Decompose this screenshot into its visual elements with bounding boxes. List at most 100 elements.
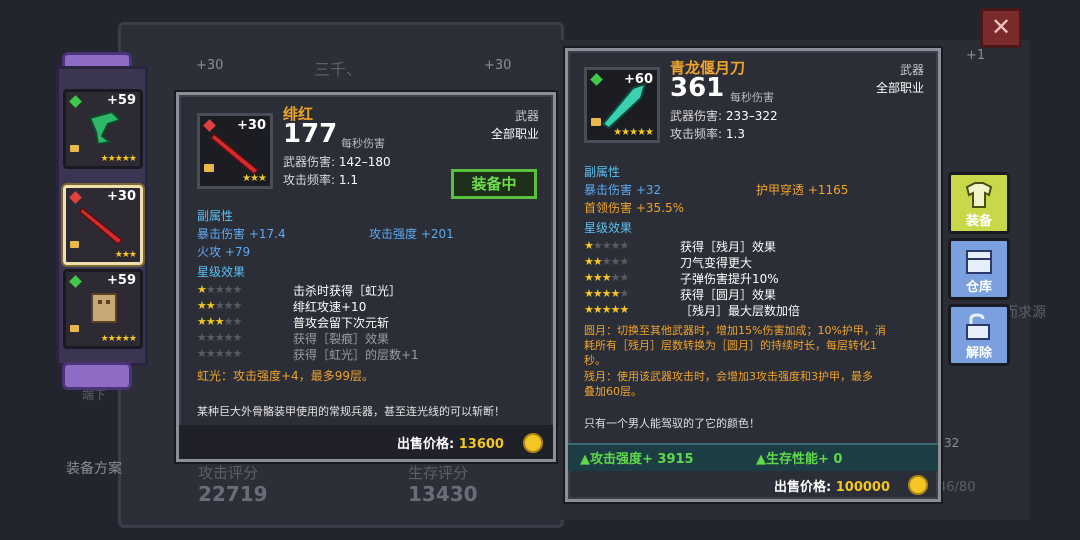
tab-storage[interactable]: 仓库 xyxy=(948,238,1010,300)
tab-storage-label: 仓库 xyxy=(965,280,992,295)
compare-item-panel: +60 ★★★★★ 青龙偃月刀 361 每秒伤害 武器伤害: 233–322 攻… xyxy=(565,48,941,502)
survive-score-label: 生存评分 xyxy=(408,464,469,482)
dps-label: 每秒伤害 xyxy=(341,137,385,150)
lock-icon xyxy=(70,325,79,332)
star-icon: ★ xyxy=(592,255,603,268)
right-count: 32 xyxy=(944,436,960,450)
icon-stars: ★★★★★ xyxy=(613,127,654,138)
star-icon: ★ xyxy=(592,239,603,252)
damage-row: 武器伤害: 142–180 xyxy=(283,153,391,170)
attack-score-value: 22719 xyxy=(198,482,268,506)
star-icon: ★ xyxy=(619,239,630,252)
attack-score-label: 攻击评分 xyxy=(198,464,259,482)
star-icon: ★ xyxy=(214,331,225,344)
survive-score-value: 13430 xyxy=(408,482,478,506)
slot-armor[interactable]: +59 ★★★★★ xyxy=(63,269,143,349)
star-icon: ★ xyxy=(601,303,612,316)
slot-count: 46/80 xyxy=(938,480,976,495)
coin-icon xyxy=(908,475,928,495)
slot-weapon-1[interactable]: +59 ★★★★★ xyxy=(63,89,143,169)
star-icon: ★ xyxy=(584,303,594,316)
gem-icon xyxy=(69,275,82,288)
star-icon: ★ xyxy=(592,287,603,300)
sell-price-label: 出售价格: xyxy=(774,480,832,495)
slot-level: +59 xyxy=(107,273,136,288)
star-icon: ★ xyxy=(205,283,216,296)
star-icon: ★ xyxy=(205,347,216,360)
green-dragon-blade-icon xyxy=(601,82,647,130)
damage-value: 142–180 xyxy=(338,155,391,169)
sub-attr-2: 护甲穿透 +1165 xyxy=(756,183,849,197)
star-rating: ★★★★★ xyxy=(197,315,243,328)
star-icon: ★ xyxy=(601,271,612,284)
side-text: 而求源 xyxy=(1004,305,1046,321)
star-effect-text: 刀气变得更大 xyxy=(680,256,753,270)
sub-attr-2: 攻击强度 +201 xyxy=(369,227,454,241)
equipped-item-panel: +30 ★★★ 绯红 177 每秒伤害 武器伤害: 142–180 攻击频率: … xyxy=(176,92,556,462)
item-note: 虹光：攻击强度+4，最多99层。 xyxy=(197,369,374,383)
slot-weapon-2-selected[interactable]: +30 ★★★ xyxy=(63,185,143,265)
star-rating: ★★★★★ xyxy=(584,239,630,252)
note-yuanyue-line2: 耗所有［残月］层数转换为［圆月］的持续时长，每层转化1 xyxy=(584,339,877,352)
rate-value: 1.1 xyxy=(338,173,358,187)
rate-value: 1.3 xyxy=(725,127,745,141)
equipped-item-icon: +30 ★★★ xyxy=(197,113,273,189)
star-icon: ★ xyxy=(601,255,612,268)
compare-attack: ▲攻击强度+ 3915 xyxy=(580,452,694,467)
sub-attr-title: 副属性 xyxy=(584,165,621,179)
tab-unequip[interactable]: 解除 xyxy=(948,304,1010,366)
note-yuanyue: 圆月：切换至其他武器时，增加15%伤害加成；10%护甲，消 耗所有［残月］层数转… xyxy=(584,323,886,368)
star-effect-text: 击杀时获得［虹光］ xyxy=(293,284,402,298)
bg-plus-right: +30 xyxy=(484,58,512,73)
star-effect-text: 普攻会留下次元斩 xyxy=(293,316,390,330)
star-icon: ★ xyxy=(610,287,621,300)
star-icon: ★ xyxy=(584,271,594,284)
item-category: 武器 xyxy=(899,63,924,77)
plan-button[interactable]: 装备方案 xyxy=(66,458,122,478)
sub-attr-3: 首领伤害 +35.5% xyxy=(584,201,684,215)
note-yuanyue-line3: 秒。 xyxy=(584,354,606,367)
star-icon: ★ xyxy=(584,287,594,300)
slot-stars: ★★★★★ xyxy=(100,334,137,344)
lock-icon xyxy=(70,145,79,152)
star-rating: ★★★★★ xyxy=(197,299,242,312)
scroll-down-button[interactable] xyxy=(62,362,132,390)
sell-price-value: 13600 xyxy=(458,437,504,452)
star-icon: ★ xyxy=(619,255,630,268)
item-dps: 177 xyxy=(283,119,338,149)
rate-row: 攻击频率: 1.1 xyxy=(283,171,358,188)
lock-icon xyxy=(204,164,214,172)
bg-plus-left: +30 xyxy=(196,58,224,73)
lock-icon xyxy=(591,118,601,126)
star-icon: ★ xyxy=(214,347,225,360)
tab-unequip-label: 解除 xyxy=(965,346,992,361)
star-icon: ★ xyxy=(214,299,225,312)
star-icon: ★ xyxy=(592,271,603,284)
dps-label: 每秒伤害 xyxy=(730,91,774,104)
star-icon: ★ xyxy=(197,299,207,312)
star-icon: ★ xyxy=(601,239,612,252)
star-icon: ★ xyxy=(232,331,243,344)
item-job: 全部职业 xyxy=(875,81,924,95)
star-icon: ★ xyxy=(619,287,630,300)
equipped-status-button[interactable]: 装备中 xyxy=(451,169,537,199)
star-rating: ★★★★★ xyxy=(197,283,242,296)
star-icon: ★ xyxy=(205,315,216,328)
tab-equip[interactable]: 装备 xyxy=(948,172,1010,234)
star-effect-text: ［残月］最大层数加倍 xyxy=(680,304,801,318)
damage-row: 武器伤害: 233–322 xyxy=(670,107,778,124)
note-yuanyue-line1: 切换至其他武器时，增加15%伤害加成；10%护甲，消 xyxy=(617,324,886,337)
compare-item-icon: +60 ★★★★★ xyxy=(584,67,660,143)
star-icon: ★ xyxy=(197,315,207,328)
star-rating: ★★★★★ xyxy=(197,347,242,360)
star-effect-text: 获得［残月］效果 xyxy=(680,240,777,254)
sub-attr-1: 暴击伤害 +32 xyxy=(584,183,662,197)
star-icon: ★ xyxy=(610,239,621,252)
sub-attr-title: 副属性 xyxy=(197,209,234,223)
item-category: 武器 xyxy=(514,109,539,123)
star-icon: ★ xyxy=(232,315,243,328)
close-button[interactable]: ✕ xyxy=(980,8,1022,48)
shirt-icon xyxy=(965,182,993,208)
unlock-icon xyxy=(966,313,990,340)
star-effect-text: 获得［裂痕］效果 xyxy=(293,332,390,346)
